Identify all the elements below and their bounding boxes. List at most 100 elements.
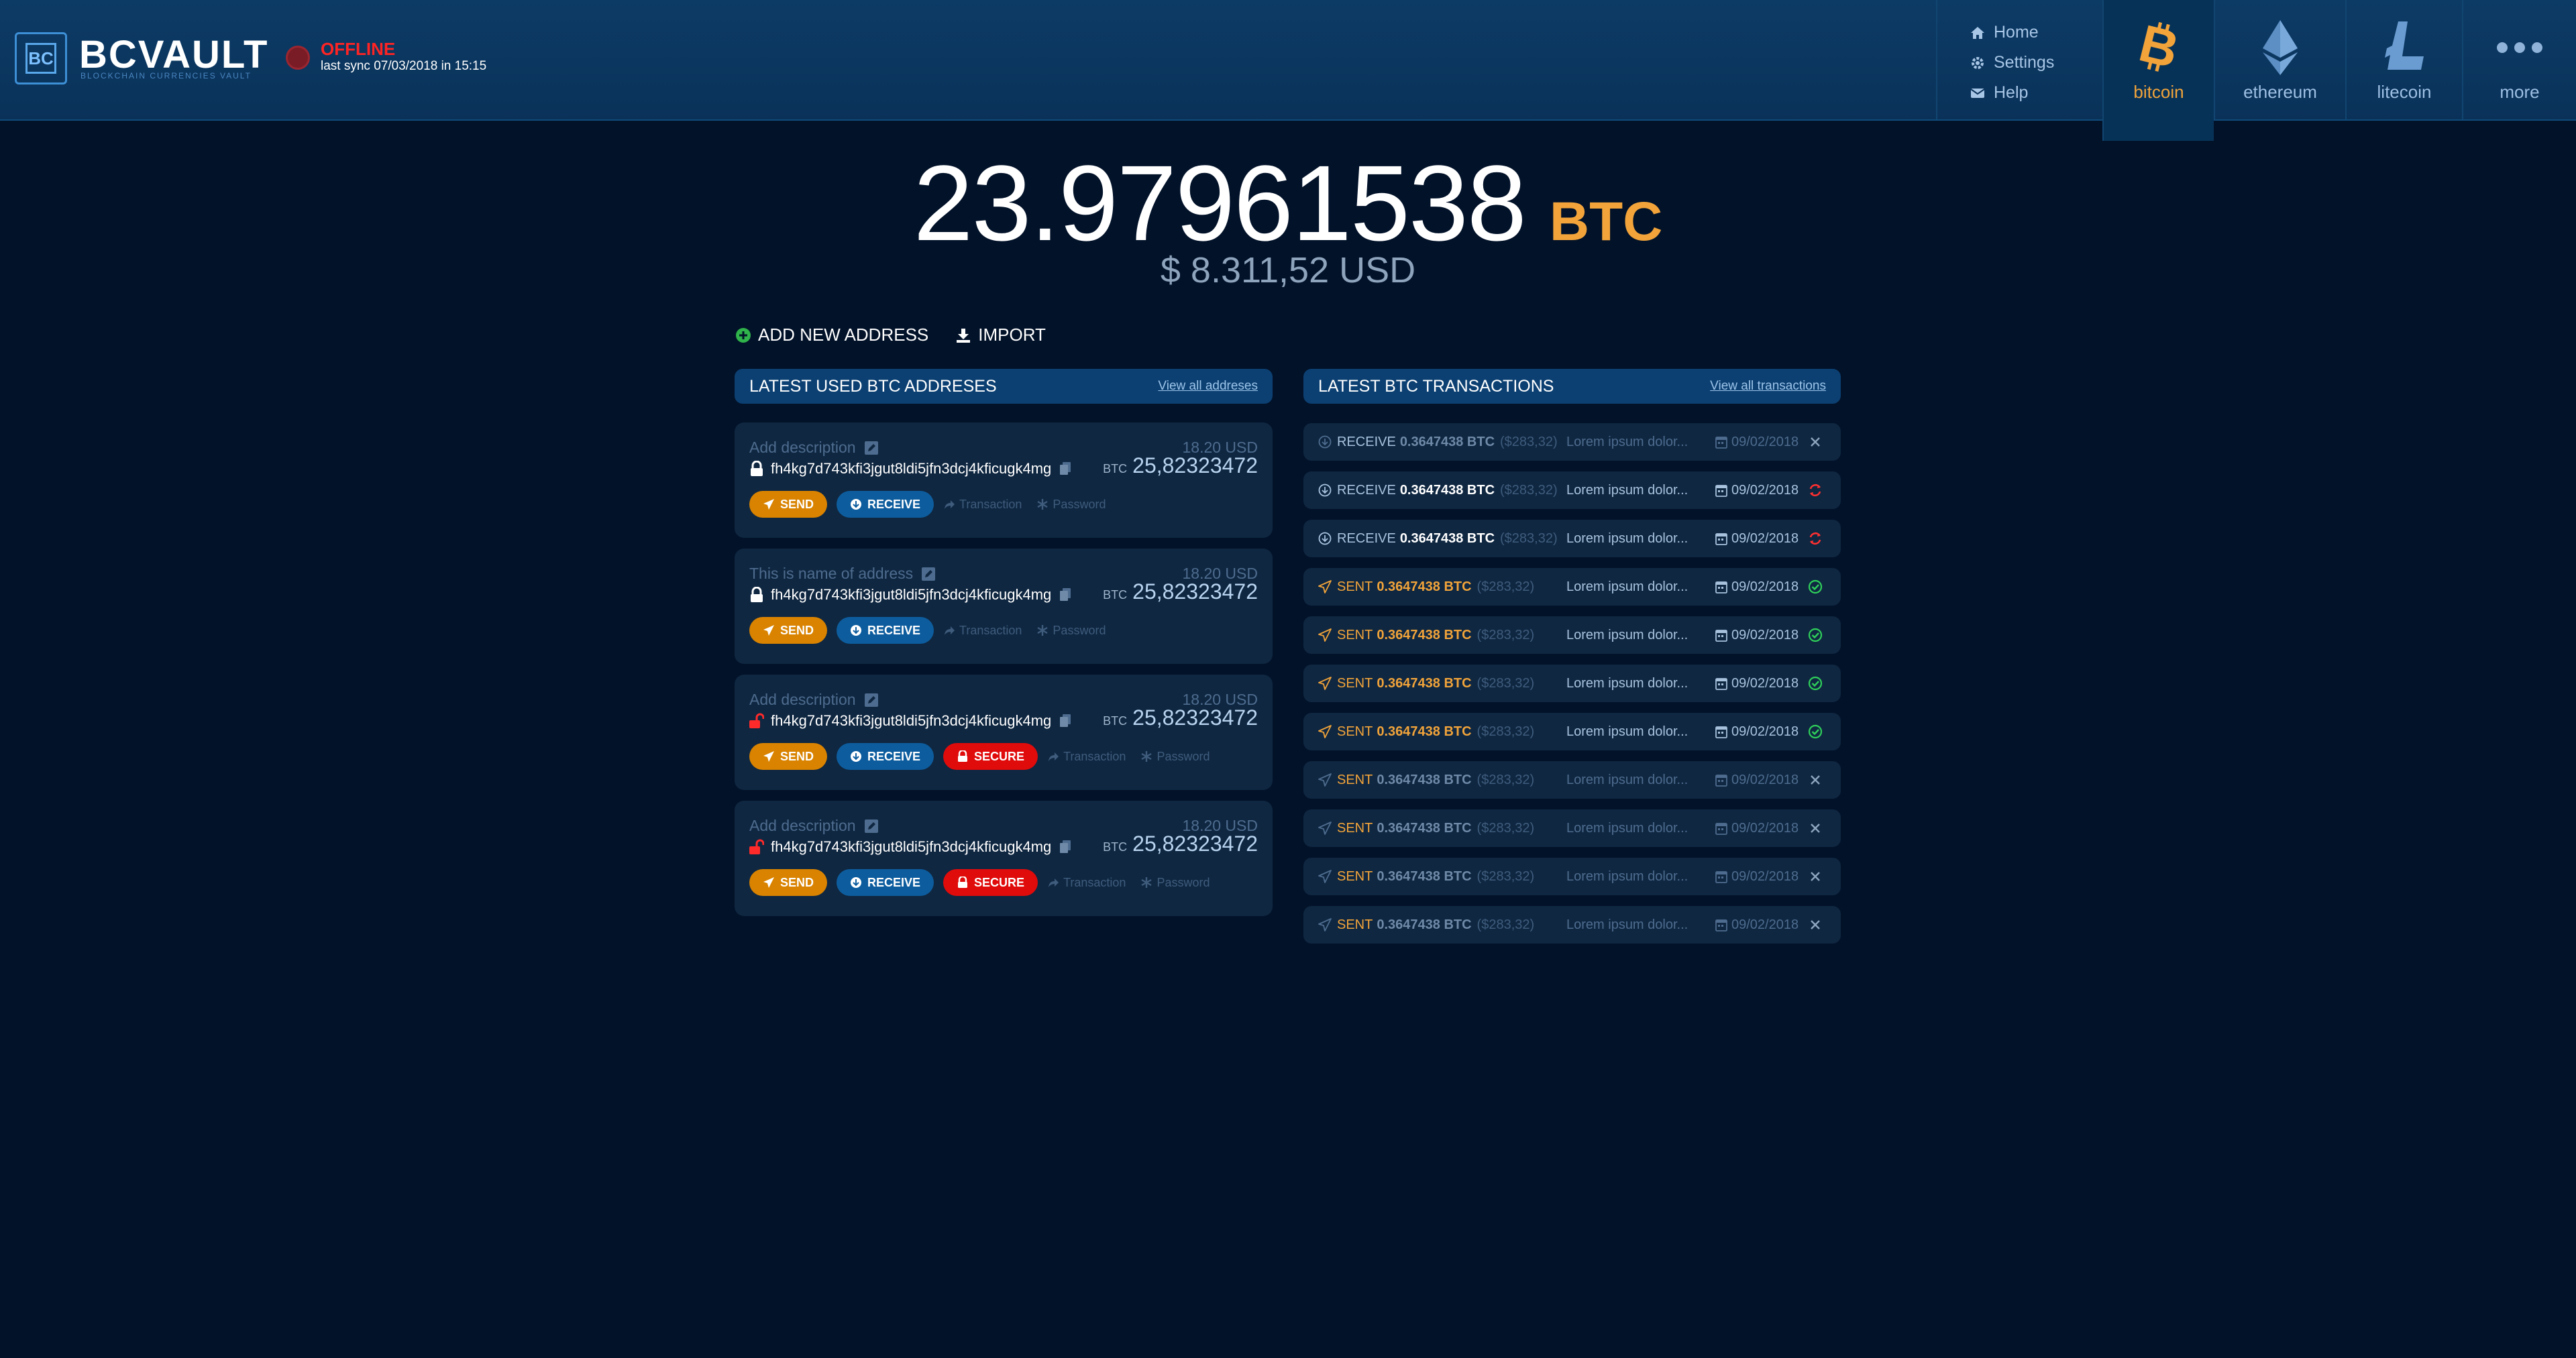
password-link[interactable]: Password xyxy=(1036,498,1106,512)
top-bar: BC BCVAULT BLOCKCHAIN CURRENCIES VAULT O… xyxy=(0,0,2576,141)
last-sync-text: last sync 07/03/2018 in 15:15 xyxy=(321,59,487,73)
transaction-row[interactable]: SENT 0.3647438 BTC ($283,32) Lorem ipsum do… xyxy=(1303,809,1841,847)
transaction-amount: 0.3647438 BTC xyxy=(1377,675,1472,691)
close-icon[interactable] xyxy=(1808,773,1823,787)
copy-icon[interactable] xyxy=(1059,714,1071,728)
addresses-panel-title: LATEST USED BTC ADDRESES xyxy=(749,376,997,396)
transaction-row[interactable]: RECEIVE 0.3647438 BTC ($283,32) Lorem ipsum… xyxy=(1303,423,1841,461)
transaction-label: Transaction xyxy=(1063,749,1126,763)
transaction-amount: 0.3647438 BTC xyxy=(1377,627,1472,642)
edit-icon[interactable] xyxy=(864,441,879,455)
send-button[interactable]: SEND xyxy=(749,491,828,518)
balance-display: 23.97961538 BTC xyxy=(0,146,2576,260)
transaction-description: Lorem ipsum dolor... xyxy=(1566,482,1688,498)
address-description[interactable]: Add description xyxy=(749,691,856,709)
view-all-transactions-link[interactable]: View all transactions xyxy=(1710,379,1826,394)
receive-button[interactable]: RECEIVE xyxy=(837,491,934,518)
import-button[interactable]: IMPORT xyxy=(955,325,1046,345)
nav-settings[interactable]: Settings xyxy=(1937,48,2102,78)
add-new-address-button[interactable]: ADD NEW ADDRESS xyxy=(735,325,928,345)
close-icon[interactable] xyxy=(1808,917,1823,932)
transaction-usd: ($283,32) xyxy=(1477,579,1535,594)
close-icon[interactable] xyxy=(1808,869,1823,884)
transaction-row[interactable]: SENT 0.3647438 BTC ($283,32) Lorem ipsum do… xyxy=(1303,906,1841,944)
edit-icon[interactable] xyxy=(864,819,879,834)
paper-plane-icon xyxy=(763,751,774,762)
copy-icon[interactable] xyxy=(1059,587,1071,602)
send-button[interactable]: SEND xyxy=(749,869,828,896)
password-link[interactable]: Password xyxy=(1140,876,1210,890)
address-card: Add description 18.20 USD fh4kg7d743kfi3… xyxy=(735,801,1273,916)
secure-button[interactable]: SECURE xyxy=(943,743,1038,770)
sync-icon xyxy=(1809,532,1821,545)
nav-home[interactable]: Home xyxy=(1937,17,2102,48)
offline-status-icon xyxy=(286,46,310,70)
bcvault-logo[interactable]: BC xyxy=(15,32,67,84)
calendar-icon xyxy=(1715,485,1727,497)
paper-plane-icon xyxy=(1318,918,1332,931)
transaction-type: SENT xyxy=(1337,675,1373,691)
send-button[interactable]: SEND xyxy=(749,617,828,644)
address-btc-unit: BTC xyxy=(1103,588,1128,602)
send-label: SEND xyxy=(780,623,814,637)
transaction-date: 09/02/2018 xyxy=(1715,531,1799,547)
transaction-date: 09/02/2018 xyxy=(1715,773,1799,788)
view-all-addresses-link[interactable]: View all addreses xyxy=(1158,379,1258,394)
receive-button[interactable]: RECEIVE xyxy=(837,617,934,644)
transaction-link[interactable]: Transaction xyxy=(1047,876,1126,890)
receive-circle-icon xyxy=(1318,532,1332,545)
receive-button[interactable]: RECEIVE xyxy=(837,869,934,896)
nav-home-label: Home xyxy=(1994,23,2039,42)
tab-more-label: more xyxy=(2500,82,2540,102)
transaction-row[interactable]: RECEIVE 0.3647438 BTC ($283,32) Lorem ipsum… xyxy=(1303,471,1841,509)
transaction-link[interactable]: Transaction xyxy=(1047,750,1126,764)
edit-icon[interactable] xyxy=(864,693,879,708)
transaction-date: 09/02/2018 xyxy=(1715,483,1799,498)
paper-plane-icon xyxy=(1318,628,1332,642)
copy-icon[interactable] xyxy=(1059,461,1071,476)
tab-ethereum-label: ethereum xyxy=(2243,82,2317,102)
address-description[interactable]: Add description xyxy=(749,439,856,457)
paper-plane-icon xyxy=(763,499,774,510)
address-buttons: SEND RECEIVE SECURE Transaction Password xyxy=(749,869,1224,896)
balance-unit: BTC xyxy=(1549,191,1663,252)
paper-plane-icon xyxy=(1318,725,1332,738)
transaction-link[interactable]: Transaction xyxy=(943,498,1022,512)
paper-plane-icon xyxy=(1318,580,1332,593)
calendar-icon xyxy=(1715,823,1727,835)
paper-plane-icon xyxy=(763,877,774,888)
close-icon[interactable] xyxy=(1808,821,1823,836)
transaction-link[interactable]: Transaction xyxy=(943,624,1022,638)
gear-icon xyxy=(1972,56,1984,69)
tab-ethereum[interactable]: ethereum xyxy=(2214,0,2345,119)
tab-more[interactable]: more xyxy=(2462,0,2576,119)
share-arrow-icon xyxy=(1049,752,1059,761)
copy-icon[interactable] xyxy=(1059,840,1071,854)
transaction-row[interactable]: SENT 0.3647438 BTC ($283,32) Lorem ipsum do… xyxy=(1303,858,1841,895)
transaction-row[interactable]: SENT 0.3647438 BTC ($283,32) Lorem ipsum do… xyxy=(1303,616,1841,654)
secure-button[interactable]: SECURE xyxy=(943,869,1038,896)
bitcoin-icon: B xyxy=(2135,19,2182,76)
transaction-date: 09/02/2018 xyxy=(1715,676,1799,691)
password-link[interactable]: Password xyxy=(1140,750,1210,764)
transaction-row[interactable]: SENT 0.3647438 BTC ($283,32) Lorem ipsum do… xyxy=(1303,761,1841,799)
transaction-row[interactable]: RECEIVE 0.3647438 BTC ($283,32) Lorem ipsum… xyxy=(1303,520,1841,557)
paper-plane-icon xyxy=(763,625,774,636)
transaction-row[interactable]: SENT 0.3647438 BTC ($283,32) Lorem ipsum do… xyxy=(1303,665,1841,702)
send-button[interactable]: SEND xyxy=(749,743,828,770)
address-description[interactable]: This is name of address xyxy=(749,565,913,583)
secure-label: SECURE xyxy=(974,875,1025,889)
receive-button[interactable]: RECEIVE xyxy=(837,743,934,770)
tab-bitcoin[interactable]: B bitcoin xyxy=(2102,0,2214,141)
edit-icon[interactable] xyxy=(921,567,936,581)
close-icon[interactable] xyxy=(1808,435,1823,449)
tab-litecoin[interactable]: litecoin xyxy=(2345,0,2462,119)
transaction-row[interactable]: SENT 0.3647438 BTC ($283,32) Lorem ipsum do… xyxy=(1303,568,1841,606)
transaction-row[interactable]: SENT 0.3647438 BTC ($283,32) Lorem ipsum do… xyxy=(1303,713,1841,750)
password-link[interactable]: Password xyxy=(1036,624,1106,638)
address-btc-amount: BTC 25,82323472 xyxy=(1103,832,1258,856)
transaction-amount: 0.3647438 BTC xyxy=(1377,724,1472,739)
send-label: SEND xyxy=(780,875,814,889)
nav-help[interactable]: Help xyxy=(1937,78,2102,108)
address-description[interactable]: Add description xyxy=(749,817,856,835)
